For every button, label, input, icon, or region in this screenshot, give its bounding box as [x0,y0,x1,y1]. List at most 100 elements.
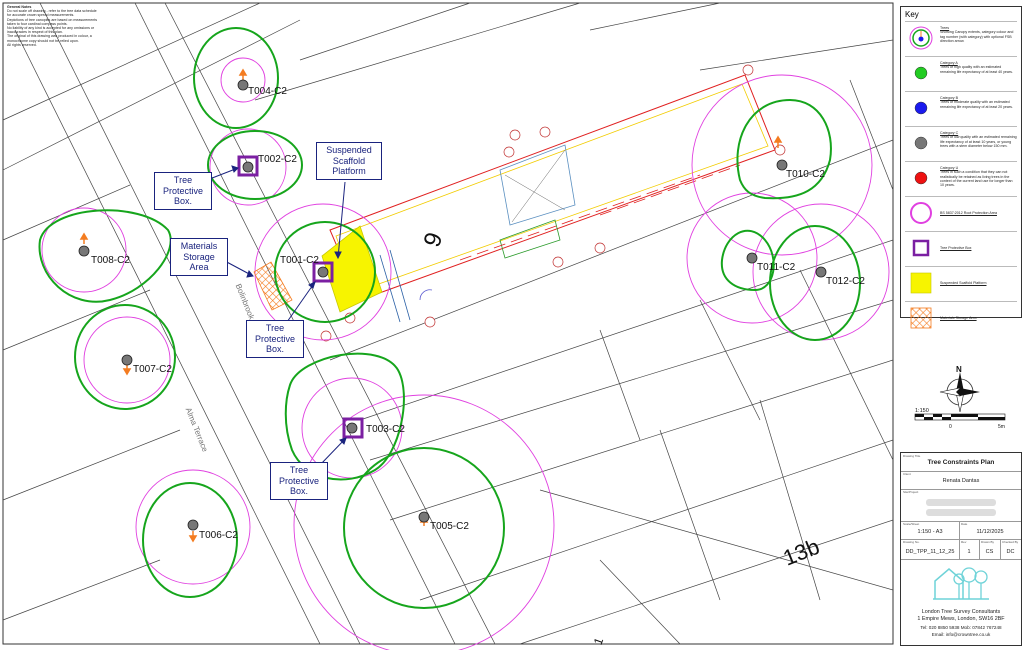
callout-suspended-scaffold-platform: Suspended Scaffold Platform [316,142,382,180]
key-description: Trees in such a condition that they can … [940,170,1013,188]
key-row-trees: Trees Showing Canopy extents, category co… [905,21,1017,56]
key-row-category-a: Category A Trees of high quality with an … [905,56,1017,91]
tree-tag-label: T004-C2 [248,86,287,97]
key-description: Trees of low quality with an estimated r… [940,135,1017,148]
client-name: Renata Dantas [942,478,980,484]
scale-label: Scale/Sheet [903,522,920,526]
tree-constraints-plan: T001-C2 T002-C2 T003-C2 T004-C2 T005-C2 T006-… [2,2,1006,650]
tree-stem-t008-c2 [78,245,90,257]
tree-stem-t003-c2 [346,422,358,434]
company-logo-icon [931,563,991,601]
key-row-storage: Materials Storage Area [905,301,1017,336]
drawing-frame [2,2,894,645]
north-arrow: N [939,365,980,413]
key-heading: BS 5837:2012 Root Protection Area [940,211,997,215]
key-row-rpa: BS 5837:2012 Root Protection Area [905,196,1017,231]
tree-tag-label: T006-C2 [199,530,238,541]
tree-stem-t002-c2 [242,161,254,173]
key-heading: Suspended Scaffold Platform [940,281,987,285]
tree-tag-label: T002-C2 [258,154,297,165]
key-heading: Tree Protective Box [940,246,972,250]
general-note-line: All rights reserved. [7,42,37,47]
drawing-title-label: Drawing Title [903,454,921,458]
key-panel: Key Trees Showing Canopy extents, categor… [900,6,1022,329]
tree-tag-label: T010-C2 [786,169,825,180]
house-number-9: 9 [419,229,449,251]
tree-stem-t012-c2 [815,266,827,278]
canopy-t005 [343,447,505,609]
scale-end: 5m [998,424,1005,430]
scale-ratio: 1:150 [915,408,929,414]
rpa-circle-icon [905,197,937,229]
tree-stem-t005-c2 [418,511,430,523]
date-label: Date [961,522,968,526]
scale-start: 0 [949,424,952,430]
title-block: Drawing Title Tree Constraints Plan Clie… [900,452,1022,646]
category-c-dot-icon [905,127,937,159]
drawn-by-label: Drawn By [981,540,995,544]
north-label: N [956,365,962,374]
storage-swatch-icon [905,302,937,334]
tree-stem-t006-c2 [187,519,199,531]
scale-value: 1:150 - A3 [917,529,943,535]
company-phone: Tel: 020 8850 5938 Mob: 07842 767248 [920,625,1002,630]
tree-symbol-icon [905,22,937,54]
boundary-lines [2,2,894,645]
key-row-scaffold: Suspended Scaffold Platform [905,266,1017,301]
drawing-no-value: DD_TPP_11_12_25 [905,549,955,555]
key-row-tpb: Tree Protective Box [905,231,1017,266]
date-value: 11/12/2025 [976,529,1004,535]
key-description: Showing Canopy extents, category colour … [940,30,1014,43]
key-description: Trees of high quality with an estimated … [940,65,1013,74]
key-row-category-c: Category C Trees of low quality with an e… [905,126,1017,161]
company-email: Email: info@crowntree.co.uk [931,632,991,637]
scaffold-swatch-icon [905,267,937,299]
callout-tree-protective-box-t001: Tree Protective Box. [246,320,304,358]
tree-tag-label: T005-C2 [430,521,469,532]
building-number-9 [320,64,786,342]
tree-stem-t011-c2 [746,252,758,264]
key-description: Trees of moderate quality with an estima… [940,100,1013,109]
rev-value: 1 [967,549,971,555]
plot-13b: 13b [780,534,823,571]
general-notes: General Notes Do not scale off drawing -… [7,5,119,47]
category-u-dot-icon [905,162,937,194]
key-heading: Materials Storage Area [940,316,977,320]
client-label: Client [903,472,911,476]
root-protection-areas [41,57,890,650]
tree-tag-label: T001-C2 [280,255,319,266]
checked-by-label: Checked By [1002,540,1019,544]
category-a-dot-icon [905,57,937,89]
site-redacted [926,499,996,506]
company-address: 1 Empire Mews, London, SW16 2BF [917,616,1005,622]
key-row-category-b: Category B Trees of moderate quality with… [905,91,1017,126]
tree-tag-label: T012-C2 [826,276,865,287]
callout-tree-protective-box-t003: Tree Protective Box. [270,462,328,500]
site-redacted [926,509,996,516]
canopy-t004 [193,27,279,129]
tree-stem-t001-c2 [317,266,329,278]
corner-mark: 1 [591,635,607,646]
drawn-by-value: CS [985,549,994,555]
key-row-category-u: Category U Trees in such a condition that… [905,161,1017,196]
tree-stem-t007-c2 [121,354,133,366]
road-label-alma: Alma Terrace [184,406,210,453]
tpb-square-icon [905,232,937,264]
checked-by-value: DC [1006,549,1015,555]
drawing-no-label: Drawing No. [903,540,920,544]
key-title: Key [905,10,919,19]
drawing-title: Tree Constraints Plan [927,459,995,466]
tree-tag-label: T011-C2 [757,262,796,273]
category-b-dot-icon [905,92,937,124]
callout-materials-storage-area: Materials Storage Area [170,238,228,276]
callout-pointers [206,165,347,466]
company-name: London Tree Survey Consultants [921,609,1001,615]
tree-tag-label: T003-C2 [366,424,405,435]
tree-stem-t004-c2 [237,79,249,91]
tree-tag-label: T007-C2 [133,364,172,375]
tree-tag-label: T008-C2 [91,255,130,266]
callout-tree-protective-box-t002: Tree Protective Box. [154,172,212,210]
canopy-t002 [207,130,303,200]
rev-label: Rev [961,540,967,544]
site-label: Site/Project [903,490,919,494]
